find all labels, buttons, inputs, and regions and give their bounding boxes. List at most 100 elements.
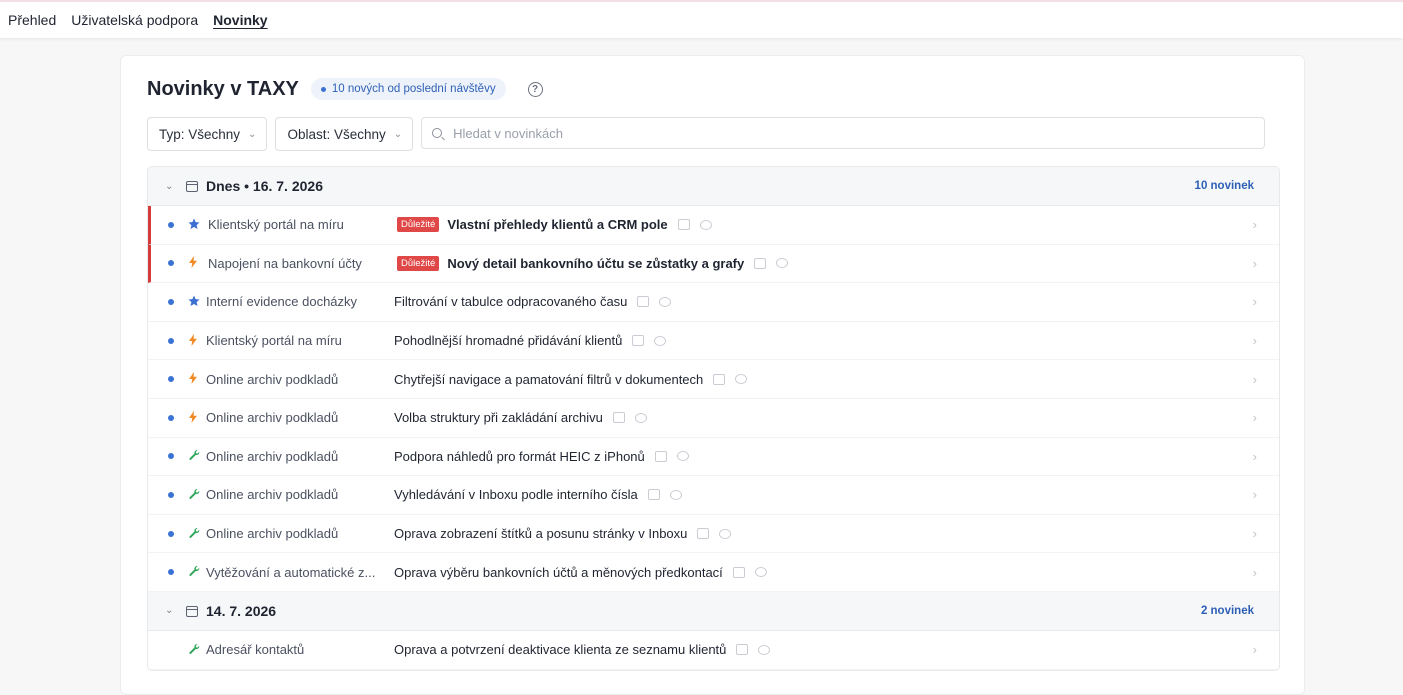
thumbs-up-icon[interactable]: [654, 450, 667, 462]
search-box[interactable]: [421, 117, 1266, 149]
news-area: Adresář kontaktů: [206, 642, 305, 658]
new-items-badge: 10 nových od poslední návštěvy: [310, 78, 506, 100]
thumbs-up-icon[interactable]: [754, 257, 767, 269]
comment-icon[interactable]: [776, 258, 789, 269]
thumbs-up-icon[interactable]: [612, 412, 625, 424]
thumbs-up-icon[interactable]: [732, 566, 745, 578]
type-filter-select[interactable]: Typ: Všechny ⌄: [147, 117, 268, 151]
news-area: Online archiv podkladů: [206, 487, 339, 503]
news-headline[interactable]: Pohodlnější hromadné přidávání klientů: [394, 333, 622, 348]
chevron-right-icon[interactable]: ›: [1253, 410, 1257, 425]
new-items-badge-label: 10 nových od poslední návštěvy: [331, 83, 496, 95]
search-input[interactable]: [451, 124, 1236, 142]
important-tag: Důležité: [397, 255, 440, 271]
calendar-icon: [186, 605, 198, 617]
chevron-right-icon[interactable]: ›: [1253, 526, 1257, 541]
news-row[interactable]: Napojení na bankovní účty Důležité Nový de…: [148, 244, 1279, 284]
thumbs-up-icon[interactable]: [697, 528, 710, 540]
area-filter-select[interactable]: Oblast: Všechny ⌄: [275, 117, 414, 151]
comment-icon[interactable]: [669, 489, 682, 500]
group-header[interactable]: ⌄ Dnes • 16. 7. 2026 10 novinek: [148, 167, 1279, 206]
news-row[interactable]: Online archiv podkladů Chytřejší navigace…: [148, 360, 1279, 399]
news-row[interactable]: Online archiv podkladů Volba struktury př…: [148, 399, 1279, 438]
nav-novinky[interactable]: Novinky: [213, 12, 267, 28]
news-area: Online archiv podkladů: [206, 371, 339, 387]
news-headline[interactable]: Filtrování v tabulce odpracovaného času: [394, 294, 627, 309]
news-content: Filtrování v tabulce odpracovaného času: [394, 294, 672, 309]
chevron-down-icon: ⌄: [393, 128, 403, 140]
news-card: Novinky v TAXY 10 nových od poslední náv…: [120, 55, 1305, 695]
group-title: Dnes • 16. 7. 2026: [206, 178, 323, 194]
badge-dot-icon: [320, 86, 326, 92]
question-circle-icon[interactable]: ?: [527, 81, 543, 97]
unread-dot-icon: [168, 376, 174, 383]
area-filter-label: Oblast: Všechny: [287, 126, 386, 142]
comment-icon[interactable]: [699, 219, 712, 230]
chevron-down-icon[interactable]: ⌄: [165, 181, 173, 192]
news-headline[interactable]: Oprava výběru bankovních účtů a měnových…: [394, 565, 723, 580]
title-row: Novinky v TAXY 10 nových od poslední náv…: [147, 76, 543, 102]
comment-icon[interactable]: [654, 335, 667, 346]
news-headline[interactable]: Podpora náhledů pro formát HEIC z iPhonů: [394, 449, 645, 464]
comment-icon[interactable]: [754, 567, 767, 578]
news-headline[interactable]: Vlastní přehledy klientů a CRM pole: [447, 217, 667, 232]
news-row[interactable]: Klientský portál na míru Důležité Vlastní …: [148, 206, 1279, 245]
chevron-right-icon[interactable]: ›: [1253, 487, 1257, 502]
news-area: Vytěžování a automatické z...: [206, 564, 376, 580]
comment-icon[interactable]: [758, 644, 771, 655]
news-row[interactable]: Adresář kontaktů Oprava a potvrzení deakt…: [148, 631, 1279, 670]
news-content: Pohodlnější hromadné přidávání klientů: [394, 333, 667, 348]
news-content: Oprava zobrazení štítků a posunu stránky…: [394, 526, 732, 541]
unread-dot-icon: [168, 337, 174, 344]
chevron-down-icon[interactable]: ⌄: [165, 605, 173, 616]
chevron-right-icon[interactable]: ›: [1253, 333, 1257, 348]
group-count: 10 novinek: [1194, 180, 1254, 192]
lightning-icon: [188, 410, 198, 425]
news-row[interactable]: Vytěžování a automatické z... Oprava výbě…: [148, 553, 1279, 592]
comment-icon[interactable]: [659, 296, 672, 307]
chevron-right-icon[interactable]: ›: [1253, 565, 1257, 580]
star-icon: [188, 295, 200, 309]
chevron-right-icon[interactable]: ›: [1253, 372, 1257, 387]
comment-icon[interactable]: [634, 412, 647, 423]
news-row[interactable]: Klientský portál na míru Pohodlnější hrom…: [148, 322, 1279, 361]
news-row[interactable]: Online archiv podkladů Podpora náhledů pr…: [148, 438, 1279, 477]
news-content: Vyhledávání v Inboxu podle interního čís…: [394, 487, 682, 502]
news-headline[interactable]: Vyhledávání v Inboxu podle interního čís…: [394, 487, 638, 502]
thumbs-up-icon[interactable]: [713, 373, 726, 385]
comment-icon[interactable]: [676, 451, 689, 462]
chevron-right-icon[interactable]: ›: [1253, 642, 1257, 657]
news-row[interactable]: Online archiv podkladů Oprava zobrazení š…: [148, 515, 1279, 554]
thumbs-up-icon[interactable]: [632, 335, 645, 347]
chevron-right-icon[interactable]: ›: [1253, 294, 1257, 309]
news-headline[interactable]: Oprava a potvrzení deaktivace klienta ze…: [394, 642, 726, 657]
unread-dot-icon: [168, 453, 174, 460]
page-title: Novinky v TAXY: [147, 77, 299, 100]
news-area: Napojení na bankovní účty: [208, 255, 362, 271]
news-content: Chytřejší navigace a pamatování filtrů v…: [394, 372, 748, 387]
chevron-right-icon[interactable]: ›: [1253, 449, 1257, 464]
group-header[interactable]: ⌄ 14. 7. 2026 2 novinek: [148, 591, 1279, 631]
group-title: 14. 7. 2026: [206, 602, 277, 619]
chevron-right-icon[interactable]: ›: [1253, 256, 1257, 271]
comment-icon[interactable]: [735, 374, 748, 385]
chevron-right-icon[interactable]: ›: [1253, 217, 1257, 232]
search-icon: [432, 128, 443, 138]
lightning-icon: [188, 333, 198, 348]
thumbs-up-icon[interactable]: [647, 489, 660, 501]
wrench-icon: [188, 527, 200, 541]
nav-prehled[interactable]: Přehled: [8, 12, 56, 28]
news-headline[interactable]: Nový detail bankovního účtu se zůstatky …: [447, 256, 744, 271]
thumbs-up-icon[interactable]: [677, 219, 690, 231]
news-headline[interactable]: Volba struktury při zakládání archivu: [394, 410, 603, 425]
news-row[interactable]: Online archiv podkladů Vyhledávání v Inbo…: [148, 476, 1279, 515]
news-area: Klientský portál na míru: [208, 217, 344, 233]
news-headline[interactable]: Chytřejší navigace a pamatování filtrů v…: [394, 372, 703, 387]
news-row[interactable]: Interní evidence docházky Filtrování v ta…: [148, 283, 1279, 322]
comment-icon[interactable]: [719, 528, 732, 539]
thumbs-up-icon[interactable]: [736, 644, 749, 656]
nav-uzivatelska-podpora[interactable]: Uživatelská podpora: [71, 12, 198, 28]
news-headline[interactable]: Oprava zobrazení štítků a posunu stránky…: [394, 526, 687, 541]
thumbs-up-icon[interactable]: [637, 296, 650, 308]
wrench-icon: [188, 643, 200, 657]
